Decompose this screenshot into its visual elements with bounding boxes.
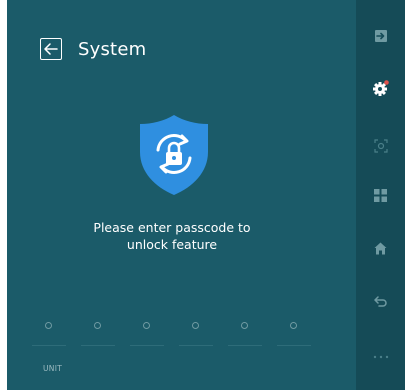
- exit-icon[interactable]: [356, 24, 405, 48]
- grid-icon[interactable]: [356, 183, 405, 207]
- passcode-digit[interactable]: [32, 318, 66, 346]
- passcode-digit[interactable]: [130, 318, 164, 346]
- unit-label: UNIT: [43, 364, 63, 373]
- main-panel: System Please enter passcode to unlock f…: [7, 0, 356, 390]
- passcode-entry[interactable]: [32, 318, 322, 348]
- passcode-digit[interactable]: [179, 318, 213, 346]
- home-icon[interactable]: [356, 236, 405, 260]
- back-button[interactable]: [40, 38, 62, 60]
- passcode-digit[interactable]: [277, 318, 311, 346]
- prompt-line-1: Please enter passcode to: [93, 220, 251, 235]
- device-screen: System Please enter passcode to unlock f…: [7, 0, 405, 390]
- sidebar: [356, 0, 405, 390]
- more-icon[interactable]: [356, 345, 405, 369]
- prompt-line-2: unlock feature: [126, 237, 218, 252]
- target-icon[interactable]: [356, 134, 405, 158]
- back-arrow-icon[interactable]: [356, 290, 405, 314]
- gear-icon[interactable]: [356, 76, 405, 100]
- passcode-digit[interactable]: [228, 318, 262, 346]
- header: System: [40, 36, 146, 62]
- shield-lock-icon: [135, 112, 213, 198]
- page-title: System: [78, 38, 147, 60]
- left-arrow-icon: [44, 43, 58, 55]
- passcode-prompt: Please enter passcode to unlock feature: [67, 219, 277, 253]
- passcode-digit[interactable]: [81, 318, 115, 346]
- notification-dot: [383, 80, 389, 85]
